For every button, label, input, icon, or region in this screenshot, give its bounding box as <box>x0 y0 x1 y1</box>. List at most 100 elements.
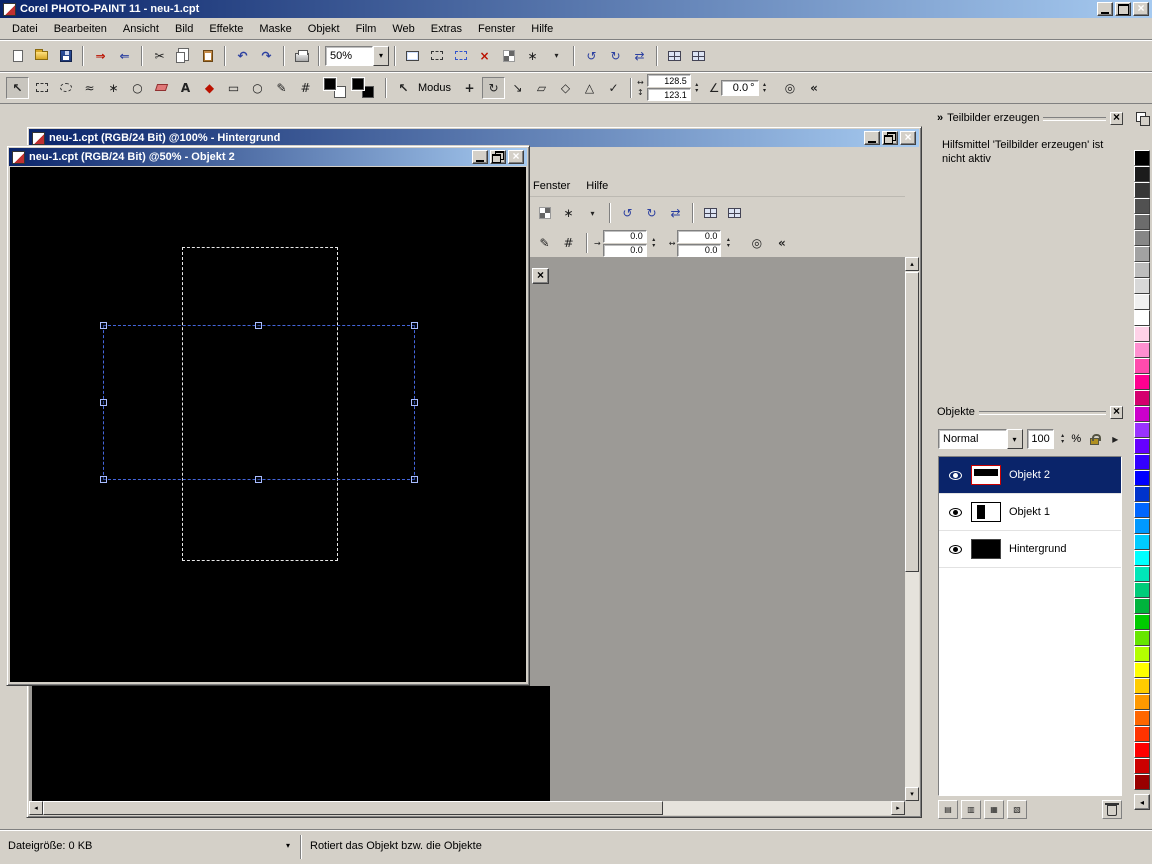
selection-handle-bottom-right[interactable] <box>411 476 418 483</box>
combine-objects-button[interactable]: ▧ <box>1007 800 1027 819</box>
save-button[interactable] <box>54 45 77 67</box>
new-lens-button[interactable]: ▥ <box>961 800 981 819</box>
menu-item[interactable]: Hilfe <box>578 177 616 195</box>
width-field[interactable]: 0.0 <box>677 230 721 243</box>
app-title-bar[interactable]: Corel PHOTO-PAINT 11 - neu-1.cpt <box>0 0 1152 18</box>
selection-handle-left[interactable] <box>100 399 107 406</box>
apply-transform-button[interactable]: ✓ <box>602 77 625 99</box>
position-spinner[interactable] <box>649 234 659 252</box>
redo-button[interactable]: ↷ <box>255 45 278 67</box>
scroll-left-button[interactable]: ◂ <box>29 801 43 815</box>
visibility-eye-icon[interactable] <box>949 471 962 480</box>
scroll-up-button[interactable]: ▴ <box>905 257 919 271</box>
color-swatch[interactable] <box>1134 422 1150 438</box>
opacity-spinner[interactable] <box>1058 430 1068 448</box>
transform-selection-marquee[interactable] <box>103 325 415 480</box>
menu-item[interactable]: Film <box>348 20 385 38</box>
minimize-button[interactable] <box>1097 2 1113 16</box>
effects-flyout-caret[interactable]: ▾ <box>545 45 568 67</box>
color-swatch[interactable] <box>1134 598 1150 614</box>
color-swatch[interactable] <box>1134 774 1150 790</box>
color-swatch[interactable] <box>1134 646 1150 662</box>
color-swatch[interactable] <box>1134 534 1150 550</box>
docker-chevron-icon[interactable] <box>937 112 943 124</box>
collapse-propertybar-button[interactable]: « <box>770 232 793 254</box>
vertical-scrollbar[interactable]: ▴ ▾ <box>905 257 919 801</box>
zoom-combobox[interactable]: 50% <box>325 46 389 66</box>
fill-tool[interactable]: ◆ <box>198 77 221 99</box>
position-spinner[interactable] <box>692 79 702 97</box>
paint-tool[interactable]: ✎ <box>270 77 293 99</box>
visibility-eye-icon[interactable] <box>949 508 962 517</box>
menu-item[interactable]: Extras <box>423 20 470 38</box>
flip-button[interactable]: ⇄ <box>628 45 651 67</box>
paint-color-wells[interactable] <box>324 78 346 98</box>
text-tool[interactable]: A <box>174 77 197 99</box>
tile-windows-button[interactable] <box>723 202 746 224</box>
position-y-field[interactable]: 123.1 <box>647 88 691 101</box>
mask-ellipse-tool[interactable] <box>54 77 77 99</box>
color-swatch[interactable] <box>1134 358 1150 374</box>
scroll-right-button[interactable]: ▸ <box>891 801 905 815</box>
mask-wand-tool[interactable]: ∗ <box>102 77 125 99</box>
new-document-button[interactable] <box>6 45 29 67</box>
menu-item[interactable]: Hilfe <box>523 20 561 38</box>
fullscreen-preview-button[interactable] <box>401 45 424 67</box>
layer-row-objekt1[interactable]: Objekt 1 <box>939 494 1121 531</box>
antialias-button[interactable]: ◎ <box>745 232 768 254</box>
horizontal-scroll-thumb[interactable] <box>43 801 663 815</box>
delete-object-button[interactable] <box>1102 800 1122 819</box>
canvas[interactable] <box>10 167 526 682</box>
antialias-button[interactable]: ◎ <box>779 77 802 99</box>
open-button[interactable] <box>30 45 53 67</box>
path-tool[interactable]: # <box>557 232 580 254</box>
rectangle-tool[interactable]: ▭ <box>222 77 245 99</box>
close-button[interactable] <box>900 131 916 145</box>
new-window-button[interactable] <box>663 45 686 67</box>
color-swatch[interactable] <box>1134 374 1150 390</box>
mode-perspective-button[interactable]: △ <box>578 77 601 99</box>
height-field[interactable]: 0.0 <box>677 244 721 257</box>
color-swatch[interactable] <box>1134 614 1150 630</box>
size-spinner[interactable] <box>723 234 733 252</box>
color-swatch[interactable] <box>1134 294 1150 310</box>
selection-handle-top-left[interactable] <box>100 322 107 329</box>
color-swatch[interactable] <box>1134 550 1150 566</box>
paint-tool[interactable]: ✎ <box>533 232 556 254</box>
ellipse-tool[interactable]: ○ <box>246 77 269 99</box>
zoom-dropdown-button[interactable] <box>373 46 389 66</box>
selection-handle-top[interactable] <box>255 322 262 329</box>
back-canvas[interactable] <box>32 686 550 801</box>
color-swatch[interactable] <box>1134 150 1150 166</box>
zoom-value[interactable]: 50% <box>325 46 373 66</box>
paste-button[interactable] <box>196 45 219 67</box>
color-swatch[interactable] <box>1134 214 1150 230</box>
menu-item[interactable]: Bearbeiten <box>46 20 115 38</box>
effects-flyout-button[interactable]: ∗ <box>521 45 544 67</box>
import-button[interactable]: ⇒ <box>89 45 112 67</box>
position-x-field[interactable]: 128.5 <box>647 74 691 87</box>
menu-item[interactable]: Maske <box>251 20 299 38</box>
duplicate-object-button[interactable]: ▦ <box>984 800 1004 819</box>
collapse-propertybar-button[interactable]: « <box>803 77 826 99</box>
menu-item[interactable]: Fenster <box>525 177 578 195</box>
mask-lasso-tool[interactable]: ≈ <box>78 77 101 99</box>
color-swatch[interactable] <box>1134 438 1150 454</box>
color-swatch[interactable] <box>1134 486 1150 502</box>
menu-item[interactable]: Objekt <box>300 20 348 38</box>
docker-flyout-button[interactable]: ▸ <box>1108 428 1122 450</box>
new-object-button[interactable]: ▤ <box>938 800 958 819</box>
mode-position-button[interactable]: + <box>458 77 481 99</box>
path-tool[interactable]: # <box>294 77 317 99</box>
color-swatch[interactable] <box>1134 182 1150 198</box>
mask-rectangle-tool[interactable] <box>30 77 53 99</box>
docker-close-button[interactable] <box>1110 406 1123 419</box>
color-swatch[interactable] <box>1134 758 1150 774</box>
docker-close-button[interactable] <box>1110 112 1123 125</box>
angle-field[interactable]: 0.0 ° <box>721 80 759 96</box>
clear-mask-button[interactable]: × <box>473 45 496 67</box>
color-swatch[interactable] <box>1134 566 1150 582</box>
rotate-left-button[interactable]: ↺ <box>580 45 603 67</box>
merge-mode-value[interactable]: Normal <box>938 429 1007 449</box>
color-swatch[interactable] <box>1134 710 1150 726</box>
